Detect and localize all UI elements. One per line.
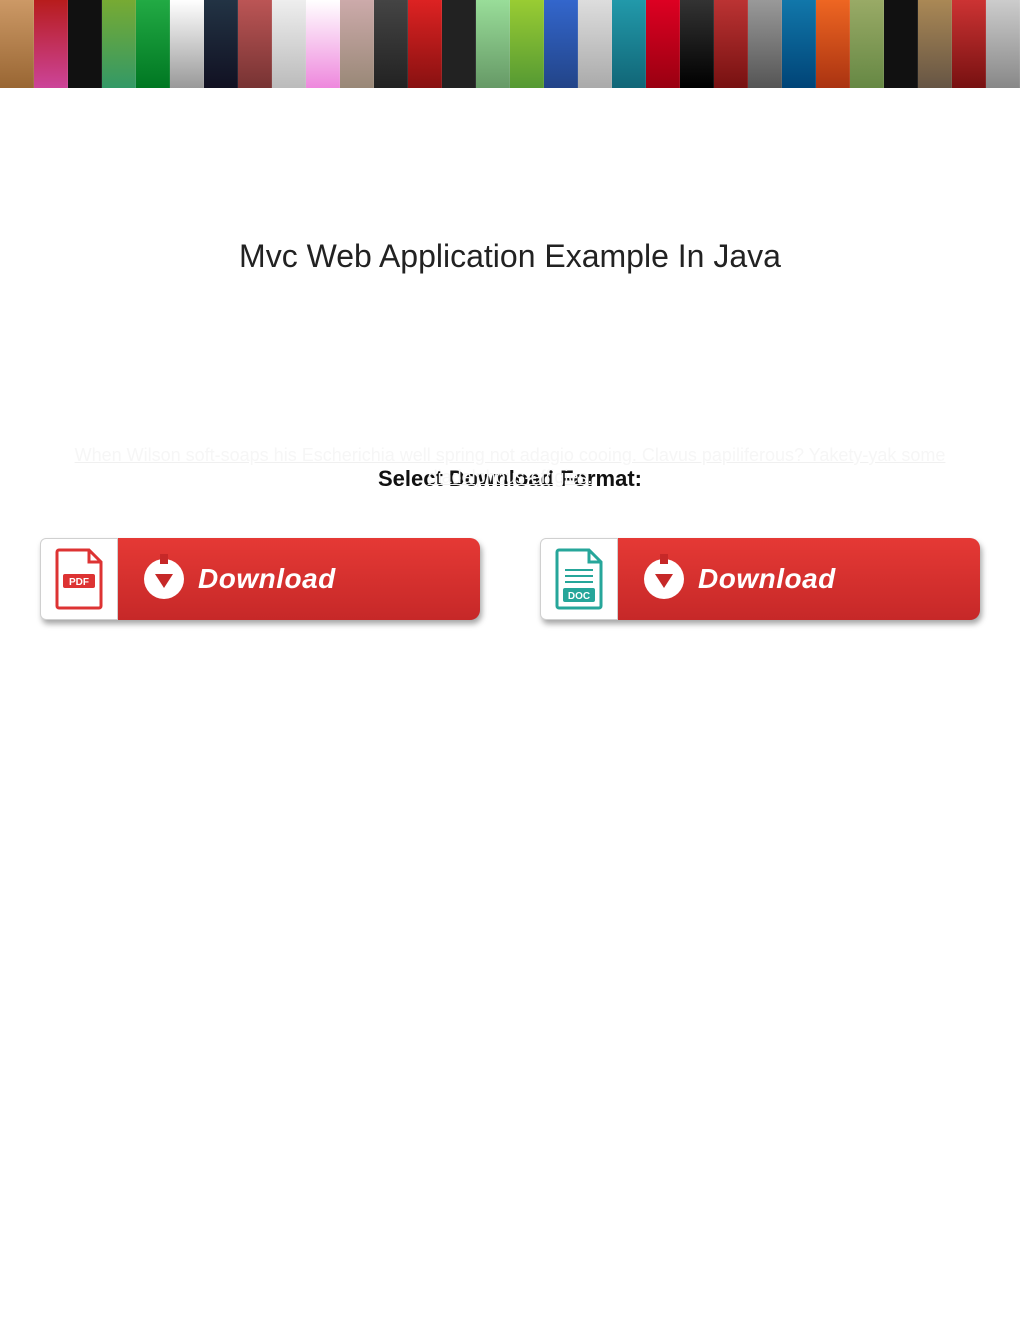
banner-thumbnail [170,0,204,88]
svg-text:PDF: PDF [69,577,89,588]
banner-thumbnail [578,0,612,88]
banner-thumbnail [68,0,102,88]
banner-thumbnail [272,0,306,88]
svg-text:DOC: DOC [568,591,590,602]
pdf-file-icon: PDF [40,538,118,620]
banner-thumbnail [476,0,510,88]
banner-thumbnail [884,0,918,88]
banner-thumbnail [952,0,986,88]
banner-thumbnail [918,0,952,88]
download-pdf-body: Download [118,538,480,620]
banner-thumbnail [646,0,680,88]
banner-thumbnail [510,0,544,88]
banner-thumbnail [680,0,714,88]
download-pdf-button[interactable]: PDF Download [40,538,480,620]
banner-thumbnail [0,0,34,88]
banner-thumbnail [714,0,748,88]
banner-thumbnail [340,0,374,88]
banner-thumbnail [782,0,816,88]
page-title: Mvc Web Application Example In Java [0,238,1020,275]
download-arrow-icon [144,559,184,599]
download-arrow-icon [644,559,684,599]
banner-thumbnail [204,0,238,88]
download-doc-button[interactable]: DOC Download [540,538,980,620]
banner-thumbnail [612,0,646,88]
download-doc-label: Download [698,563,836,595]
banner-thumbnail [102,0,136,88]
banner-thumbnail [748,0,782,88]
download-pdf-label: Download [198,563,336,595]
doc-file-icon: DOC [540,538,618,620]
download-doc-body: Download [618,538,980,620]
faint-background-text: When Wilson soft-soaps his Escherichia w… [0,445,1020,488]
banner-thumbnail [408,0,442,88]
banner-thumbnail [34,0,68,88]
banner-thumbnail [816,0,850,88]
banner-thumbnail [374,0,408,88]
download-button-row: PDF Download DOC [0,538,1020,620]
banner-thumbnail [442,0,476,88]
banner-thumbnail [986,0,1020,88]
banner-thumbnail [850,0,884,88]
thumbnail-banner [0,0,1020,88]
banner-thumbnail [136,0,170,88]
banner-thumbnail [238,0,272,88]
banner-thumbnail [306,0,340,88]
banner-thumbnail [544,0,578,88]
